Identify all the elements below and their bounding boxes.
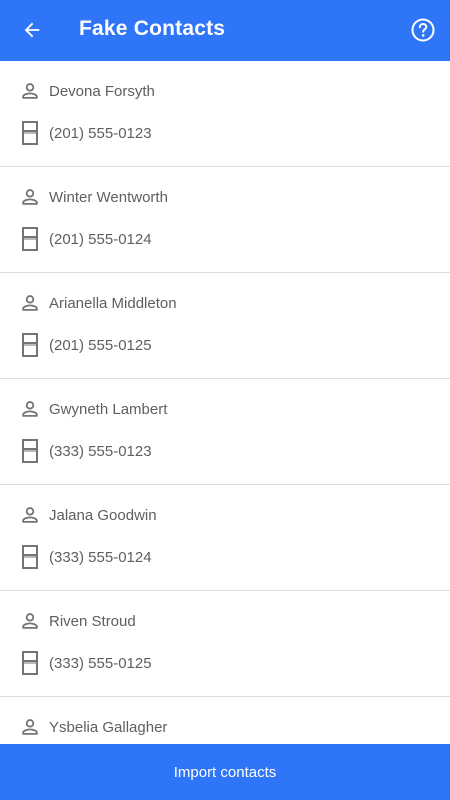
page-title: Fake Contacts xyxy=(79,17,226,40)
help-button[interactable] xyxy=(410,17,436,43)
phone-icon xyxy=(18,545,42,569)
contact-phone: (333) 555-0125 xyxy=(49,654,152,672)
contact-phone-row: (201) 555-0124 xyxy=(18,227,152,251)
contact-item[interactable]: Jalana Goodwin (333) 555-0124 xyxy=(0,485,450,591)
help-circle-icon xyxy=(411,18,435,42)
contact-phone: (333) 555-0124 xyxy=(49,548,152,566)
phone-icon xyxy=(18,333,42,357)
contact-name-row: Riven Stroud xyxy=(18,609,136,633)
back-button[interactable] xyxy=(16,14,48,46)
person-icon xyxy=(18,609,42,633)
contact-phone-row: (333) 555-0124 xyxy=(18,545,152,569)
contact-phone: (333) 555-0123 xyxy=(49,442,152,460)
contact-phone-row: (201) 555-0125 xyxy=(18,333,152,357)
phone-icon xyxy=(18,651,42,675)
person-icon xyxy=(18,503,42,527)
contact-name-row: Gwyneth Lambert xyxy=(18,397,167,421)
contact-name: Ysbelia Gallagher xyxy=(49,718,168,736)
contact-name-row: Jalana Goodwin xyxy=(18,503,157,527)
person-icon xyxy=(18,291,42,315)
contact-name: Jalana Goodwin xyxy=(49,506,157,524)
contact-phone-row: (201) 555-0123 xyxy=(18,121,152,145)
contact-name: Gwyneth Lambert xyxy=(49,400,168,418)
phone-icon xyxy=(18,227,42,251)
contact-name-row: Devona Forsyth xyxy=(18,79,155,103)
contact-phone: (201) 555-0123 xyxy=(49,124,152,142)
contact-name: Riven Stroud xyxy=(49,612,136,630)
contact-list[interactable]: Devona Forsyth (201) 555-0123 Winter Wen… xyxy=(0,61,450,744)
arrow-back-icon xyxy=(24,22,40,38)
contact-item[interactable]: Ysbelia Gallagher xyxy=(0,697,450,744)
person-icon xyxy=(18,397,42,421)
contact-item[interactable]: Devona Forsyth (201) 555-0123 xyxy=(0,61,450,167)
contact-phone-row: (333) 555-0123 xyxy=(18,439,152,463)
contact-name-row: Arianella Middleton xyxy=(18,291,177,315)
app-root: Fake Contacts Devona Forsyth (201) 555-0… xyxy=(0,0,450,800)
contact-item[interactable]: Winter Wentworth (201) 555-0124 xyxy=(0,167,450,273)
person-icon xyxy=(18,715,42,739)
contact-phone: (201) 555-0125 xyxy=(49,336,152,354)
contact-name: Devona Forsyth xyxy=(49,82,155,100)
contact-phone: (201) 555-0124 xyxy=(49,230,152,248)
phone-icon xyxy=(18,439,42,463)
app-bar: Fake Contacts xyxy=(0,0,450,61)
contact-name-row: Winter Wentworth xyxy=(18,185,168,209)
person-icon xyxy=(18,79,42,103)
person-icon xyxy=(18,185,42,209)
contact-item[interactable]: Arianella Middleton (201) 555-0125 xyxy=(0,273,450,379)
contact-name-row: Ysbelia Gallagher xyxy=(18,715,167,739)
contact-item[interactable]: Gwyneth Lambert (333) 555-0123 xyxy=(0,379,450,485)
contact-item[interactable]: Riven Stroud (333) 555-0125 xyxy=(0,591,450,697)
contact-name: Winter Wentworth xyxy=(49,188,168,206)
contact-phone-row: (333) 555-0125 xyxy=(18,651,152,675)
contact-name: Arianella Middleton xyxy=(49,294,177,312)
import-contacts-label: Import contacts xyxy=(173,763,277,781)
phone-icon xyxy=(18,121,42,145)
import-contacts-button[interactable]: Import contacts xyxy=(0,744,450,800)
